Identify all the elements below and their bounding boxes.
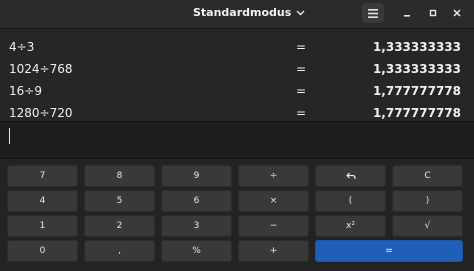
key-close-paren[interactable]: ) [392, 190, 463, 212]
key-7[interactable]: 7 [7, 165, 78, 187]
key-3[interactable]: 3 [161, 215, 232, 237]
history-expression: 4÷3 [9, 40, 35, 54]
key-square[interactable]: x² [315, 215, 386, 237]
history-result: 1,777777778 [372, 84, 461, 98]
chevron-down-icon [296, 10, 305, 15]
history-result: 1,333333333 [372, 62, 461, 76]
hamburger-menu-icon [368, 8, 378, 18]
history-list: 4÷3 = 1,333333333 1024÷768 = 1,333333333… [0, 29, 474, 121]
history-result: 1,333333333 [372, 40, 461, 54]
key-1[interactable]: 1 [7, 215, 78, 237]
key-sqrt[interactable]: √ [392, 215, 463, 237]
key-6[interactable]: 6 [161, 190, 232, 212]
text-caret [9, 128, 10, 144]
history-row[interactable]: 1024÷768 = 1,333333333 [0, 58, 474, 81]
key-decimal[interactable]: , [84, 240, 155, 262]
key-clear[interactable]: C [392, 165, 463, 187]
history-equals: = [296, 106, 307, 120]
close-icon [453, 9, 461, 17]
keypad: 7 8 9 ÷ C 4 5 6 × ( ) 1 2 3 − x² √ 0 , %… [0, 159, 474, 271]
key-multiply[interactable]: × [238, 190, 309, 212]
key-equals[interactable]: = [315, 240, 463, 262]
history-expression: 1024÷768 [9, 62, 73, 76]
history-row[interactable]: 4÷3 = 1,333333333 [0, 36, 474, 59]
key-open-paren[interactable]: ( [315, 190, 386, 212]
minimize-button[interactable] [399, 5, 415, 21]
key-8[interactable]: 8 [84, 165, 155, 187]
history-equals: = [296, 40, 307, 54]
expression-input[interactable] [0, 122, 474, 158]
key-divide[interactable]: ÷ [238, 165, 309, 187]
key-percent[interactable]: % [161, 240, 232, 262]
key-9[interactable]: 9 [161, 165, 232, 187]
history-equals: = [296, 62, 307, 76]
maximize-button[interactable] [425, 5, 441, 21]
minimize-icon [404, 15, 410, 17]
history-equals: = [296, 84, 307, 98]
mode-selector[interactable]: Standardmodus [193, 6, 305, 19]
close-button[interactable] [449, 5, 465, 21]
maximize-icon [429, 9, 437, 17]
undo-icon [345, 172, 356, 179]
mode-title: Standardmodus [193, 6, 292, 19]
header-bar: Standardmodus [0, 0, 474, 29]
menu-button[interactable] [362, 3, 384, 23]
history-expression: 1280÷720 [9, 106, 73, 120]
history-row[interactable]: 16÷9 = 1,777777778 [0, 80, 474, 103]
history-expression: 16÷9 [9, 84, 42, 98]
key-subtract[interactable]: − [238, 215, 309, 237]
key-4[interactable]: 4 [7, 190, 78, 212]
key-0[interactable]: 0 [7, 240, 78, 262]
key-2[interactable]: 2 [84, 215, 155, 237]
key-add[interactable]: + [238, 240, 309, 262]
history-result: 1,777777778 [372, 106, 461, 120]
key-undo[interactable] [315, 165, 386, 187]
key-5[interactable]: 5 [84, 190, 155, 212]
